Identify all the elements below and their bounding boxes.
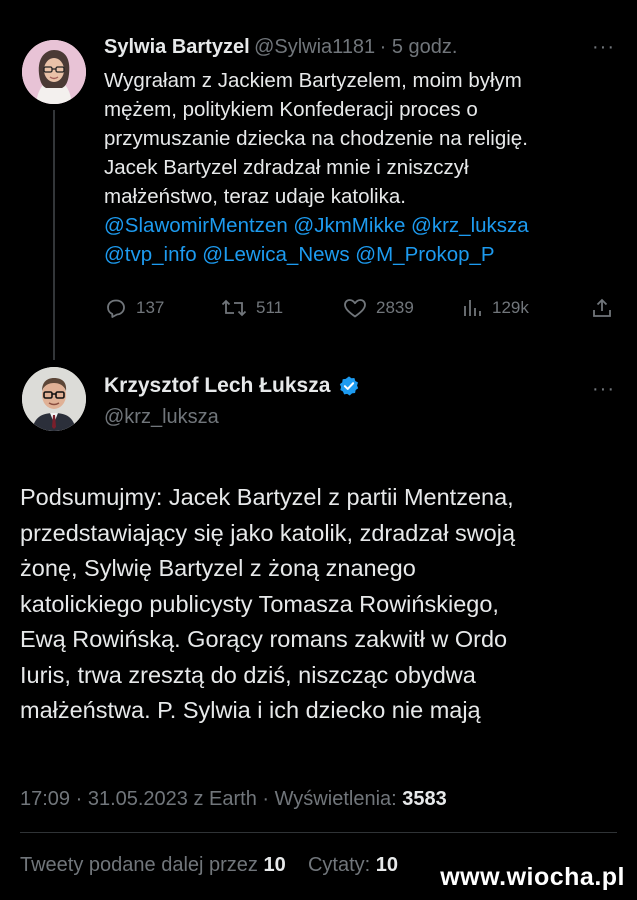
tweet-line: katolickiego publicysty Tomasza Rowiński…	[20, 590, 499, 617]
tweet1-header: Sylwia Bartyzel @Sylwia1181 · 5 godz.	[104, 36, 457, 59]
tweet-line: żonę, Sylwię Bartyzel z żoną znanego	[20, 555, 416, 581]
author-name[interactable]: Sylwia Bartyzel	[104, 36, 250, 58]
tweet2-text: Podsumujmy: Jacek Bartyzel z partii Ment…	[20, 480, 620, 729]
tweet-line: przymuszanie dziecka na chodzenie na rel…	[104, 127, 528, 150]
avatar-sylwia[interactable]	[22, 40, 86, 104]
retweets-label: Tweety podane dalej przez	[20, 854, 258, 876]
views-count: 129k	[492, 298, 529, 317]
quotes-label: Cytaty:	[307, 854, 371, 876]
like-count: 2839	[376, 298, 414, 317]
mentions-line[interactable]: @SlawomirMentzen @JkmMikke @krz_luksza	[104, 211, 614, 240]
views-button[interactable]: 129k	[460, 296, 529, 320]
view-count: 3583	[402, 788, 447, 810]
verified-badge-icon[interactable]	[338, 375, 360, 397]
retweet-button[interactable]: 511	[220, 296, 283, 320]
retweets-count: 10	[263, 854, 286, 876]
tweet-line: Iuris, trwa zresztą do dziś, niszcząc ob…	[20, 661, 476, 688]
reply-button[interactable]: 137	[104, 296, 164, 320]
more-options-icon[interactable]: ···	[592, 36, 615, 59]
quotes-stat[interactable]: Cytaty: 10	[308, 854, 398, 876]
tweet-meta: 17:09 · 31.05.2023 z Earth · Wyświetleni…	[20, 788, 447, 811]
reply-icon	[107, 299, 125, 318]
avatar-krzysztof-image	[22, 367, 86, 431]
tweet1-actions: 137 511 2839 129k	[104, 296, 616, 326]
tweet2-header: Krzysztof Lech Łuksza	[104, 374, 360, 398]
reply-count: 137	[136, 298, 165, 317]
tweet-line: przedstawiający się jako katolik, zdradz…	[20, 519, 516, 546]
tweet-line: małżeństwo, teraz udaje katolika.	[104, 185, 406, 208]
quotes-count: 10	[375, 854, 399, 876]
tweet-line: małżeństwa. P. Sylwia i ich dziecko nie …	[20, 697, 481, 723]
engagement-stats: Tweety podane dalej przez 10 Cytaty: 10	[20, 854, 398, 877]
retweet-icon	[221, 299, 247, 317]
share-icon	[593, 298, 611, 317]
like-button[interactable]: 2839	[342, 296, 414, 320]
like-icon	[344, 299, 366, 318]
tweet-line: Ewą Rowińską. Gorący romans zakwitł w Or…	[20, 626, 508, 652]
author-handle[interactable]: @krz_luksza	[104, 406, 219, 429]
avatar-krzysztof[interactable]	[22, 367, 86, 431]
tweet-time[interactable]: · 5 godz.	[380, 36, 458, 58]
author-handle[interactable]: @Sylwia1181	[254, 36, 375, 58]
divider	[20, 832, 617, 833]
thread-connector-line	[53, 110, 55, 360]
retweets-stat[interactable]: Tweety podane dalej przez 10	[20, 854, 291, 876]
retweet-count: 511	[256, 298, 284, 317]
mentions-line[interactable]: @tvp_info @Lewica_News @M_Prokop_P	[104, 240, 614, 269]
watermark-logo: www.wiocha.pl	[440, 863, 625, 891]
author-name[interactable]: Krzysztof Lech Łuksza	[104, 374, 330, 398]
tweet-sylwia[interactable]: Sylwia Bartyzel @Sylwia1181 · 5 godz. ··…	[0, 0, 637, 360]
tweet-line: Podsumujmy: Jacek Bartyzel z partii Ment…	[20, 484, 514, 510]
tweet1-text: Wygrałam z Jackiem Bartyzelem, moim były…	[104, 66, 614, 269]
more-options-icon[interactable]: ···	[592, 378, 615, 401]
avatar-sylwia-image	[22, 40, 86, 104]
tweet-line: mężem, politykiem Konfederacji proces o	[104, 98, 478, 121]
tweet-line: Jacek Bartyzel zdradzał mnie i zniszczył	[104, 156, 469, 179]
share-button[interactable]	[590, 296, 614, 320]
views-icon	[464, 300, 481, 316]
tweet-line: Wygrałam z Jackiem Bartyzelem, moim były…	[104, 69, 522, 92]
timestamp-source[interactable]: 17:09 · 31.05.2023 z Earth · Wyświetleni…	[20, 788, 397, 810]
